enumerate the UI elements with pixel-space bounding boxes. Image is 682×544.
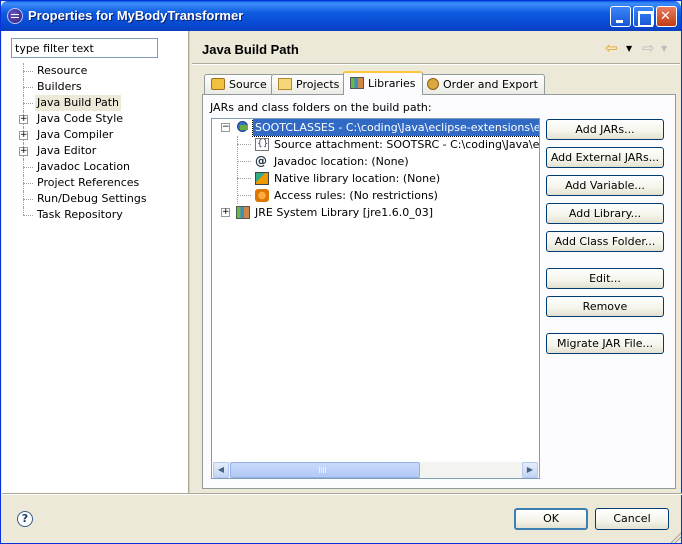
add-jars-button[interactable]: Add JARs... <box>546 119 664 140</box>
build-path-tree[interactable]: − SOOTCLASSES - C:\coding\Java\eclipse-e… <box>211 118 540 479</box>
tab-label: Order and Export <box>443 78 538 91</box>
help-icon[interactable]: ? <box>17 511 33 527</box>
projects-icon <box>278 78 292 90</box>
title-bar[interactable]: Properties for MyBodyTransformer <box>1 1 681 31</box>
library-icon <box>236 206 250 219</box>
add-library-button[interactable]: Add Library... <box>546 203 664 224</box>
eclipse-icon <box>7 8 23 24</box>
tree-line <box>23 87 33 88</box>
migrate-jar-file-button[interactable]: Migrate JAR File... <box>546 333 664 354</box>
properties-dialog: Properties for MyBodyTransformer Resourc… <box>0 0 682 544</box>
tree-item-label: Builders <box>37 80 82 93</box>
back-dropdown-icon[interactable]: ▼ <box>626 44 632 53</box>
tree-item-java-build-path[interactable]: Java Build Path <box>5 95 180 111</box>
add-class-folder-button[interactable]: Add Class Folder... <box>546 231 664 252</box>
tree-item-java-code-style[interactable]: + Java Code Style <box>5 111 180 127</box>
tree-line <box>23 215 33 216</box>
close-button[interactable] <box>656 6 677 27</box>
access-rules-icon <box>255 189 269 202</box>
tree-line <box>23 183 33 184</box>
tree-item-label: Source attachment: SOOTSRC - C:\coding\J… <box>274 138 540 151</box>
tree-item-label: Task Repository <box>37 208 123 221</box>
tree-item-project-references[interactable]: Project References <box>5 175 180 191</box>
back-arrow-icon[interactable]: ⇦ <box>605 41 621 56</box>
tree-item-javadoc-location[interactable]: Javadoc Location <box>5 159 180 175</box>
source-folder-icon <box>211 78 225 90</box>
expand-icon[interactable]: + <box>221 208 230 217</box>
tree-item-javadoc[interactable]: @ Javadoc location: (None) <box>212 153 539 170</box>
forward-dropdown-icon[interactable]: ▼ <box>661 44 667 53</box>
tab-libraries[interactable]: Libraries <box>343 71 423 95</box>
tree-item-label: Java Code Style <box>37 112 124 125</box>
tree-item-run-debug-settings[interactable]: Run/Debug Settings <box>5 191 180 207</box>
tab-label: Projects <box>296 78 340 91</box>
tree-item-label: JRE System Library [jre1.6.0_03] <box>255 206 433 219</box>
filter-input[interactable] <box>11 38 158 58</box>
tree-item-label: Java Compiler <box>37 128 114 141</box>
tree-item-java-editor[interactable]: + Java Editor <box>5 143 180 159</box>
tree-item-java-compiler[interactable]: + Java Compiler <box>5 127 180 143</box>
add-variable-button[interactable]: Add Variable... <box>546 175 664 196</box>
expand-icon[interactable]: + <box>19 131 28 140</box>
tree-item-label: Project References <box>37 176 140 189</box>
tab-label: Source <box>229 78 267 91</box>
scroll-left-icon[interactable]: ◀ <box>213 462 229 478</box>
remove-button[interactable]: Remove <box>546 296 664 317</box>
ok-button[interactable]: OK <box>514 508 588 530</box>
tree-line <box>23 199 33 200</box>
cancel-button[interactable]: Cancel <box>595 508 669 530</box>
expand-icon[interactable]: + <box>19 147 28 156</box>
footer-separator <box>2 493 682 495</box>
tree-item-label: Native library location: (None) <box>274 172 441 185</box>
jar-icon <box>237 121 248 132</box>
page-title: Java Build Path <box>202 42 299 57</box>
property-page-tree: Resource Builders Java Build Path + Java Cod… <box>5 63 185 483</box>
source-attachment-icon <box>255 136 269 153</box>
tree-item-jre-system-library[interactable]: + JRE System Library [jre1.6.0_03] <box>212 204 539 221</box>
tab-projects[interactable]: Projects <box>271 74 347 94</box>
tab-order-and-export[interactable]: Order and Export <box>420 74 545 94</box>
collapse-icon[interactable]: − <box>221 123 230 132</box>
tree-item-label: Javadoc location: (None) <box>274 155 409 168</box>
resize-grip-icon[interactable] <box>669 531 681 543</box>
tree-item-access-rules[interactable]: Access rules: (No restrictions) <box>212 187 539 204</box>
scroll-right-icon[interactable]: ▶ <box>522 462 538 478</box>
minimize-button[interactable] <box>610 6 631 27</box>
window-title: Properties for MyBodyTransformer <box>28 8 244 23</box>
tree-item-label: Access rules: (No restrictions) <box>274 189 438 202</box>
tree-item-label: Javadoc Location <box>37 160 131 173</box>
native-library-icon <box>255 172 269 185</box>
order-export-icon <box>427 78 439 90</box>
tree-line <box>23 207 24 215</box>
tree-line <box>23 103 33 104</box>
tree-item-task-repository[interactable]: Task Repository <box>5 207 180 223</box>
tree-item-builders[interactable]: Builders <box>5 79 180 95</box>
expand-icon[interactable]: + <box>19 115 28 124</box>
sash[interactable] <box>188 31 190 493</box>
scroll-thumb[interactable] <box>230 462 420 478</box>
tree-item-label: Resource <box>37 64 88 77</box>
tree-item-resource[interactable]: Resource <box>5 63 180 79</box>
header-separator <box>192 63 680 65</box>
tree-item-label: SOOTCLASSES - C:\coding\Java\eclipse-ext… <box>251 119 539 137</box>
horizontal-scrollbar[interactable]: ◀ ▶ <box>213 462 538 478</box>
javadoc-icon: @ <box>255 154 267 168</box>
libraries-icon <box>350 77 364 89</box>
tab-label: Libraries <box>368 77 416 90</box>
build-path-caption: JARs and class folders on the build path… <box>210 101 432 114</box>
tab-source[interactable]: Source <box>204 74 274 94</box>
forward-arrow-icon[interactable]: ⇨ <box>642 41 655 56</box>
tree-item-sootclasses[interactable]: − SOOTCLASSES - C:\coding\Java\eclipse-e… <box>212 119 539 137</box>
tree-item-native-library[interactable]: Native library location: (None) <box>212 170 539 187</box>
tree-item-source-attachment[interactable]: Source attachment: SOOTSRC - C:\coding\J… <box>212 136 540 153</box>
add-external-jars-button[interactable]: Add External JARs... <box>546 147 664 168</box>
edit-button[interactable]: Edit... <box>546 268 664 289</box>
tree-item-label: Run/Debug Settings <box>37 192 147 205</box>
maximize-button[interactable] <box>633 6 654 27</box>
tree-item-label: Java Editor <box>37 144 97 157</box>
tree-item-label: Java Build Path <box>35 95 122 111</box>
tree-line <box>23 71 33 72</box>
tree-line <box>23 167 33 168</box>
